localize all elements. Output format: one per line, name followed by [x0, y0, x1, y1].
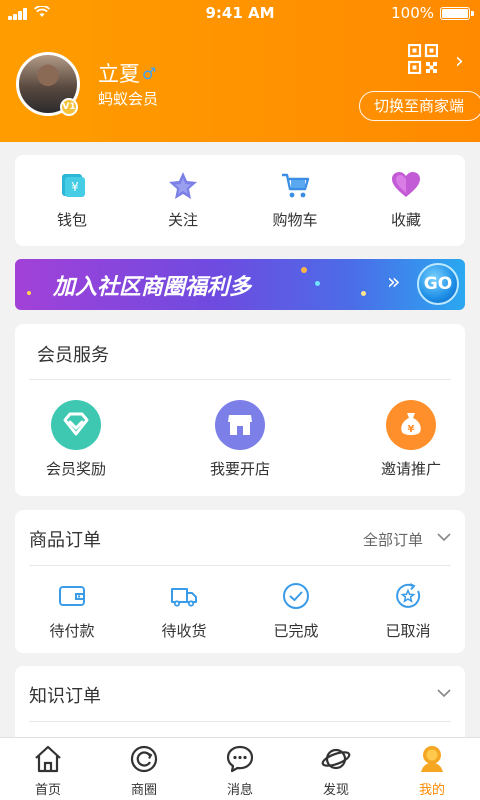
quick-actions-card: ¥ 钱包 关注 购物车 收藏 [15, 155, 465, 246]
profile-header: 9:41 AM 100% V1 立夏 ♂ 蚂蚁会员 › 切换至商家端 [0, 0, 480, 142]
check-circle-icon [283, 583, 309, 609]
money-bag-icon: ¥ [386, 400, 436, 450]
divider [29, 379, 451, 380]
me-icon [421, 746, 443, 772]
service-label: 我要开店 [209, 460, 270, 478]
order-completed[interactable]: 已完成 [251, 582, 341, 641]
svg-text:¥: ¥ [71, 180, 79, 194]
svg-text:¥: ¥ [408, 424, 415, 435]
knowledge-orders-title: 知识订单 [29, 686, 101, 707]
sparkle-icon [301, 267, 307, 273]
order-label: 待付款 [49, 622, 95, 640]
order-cancelled[interactable]: 已取消 [363, 582, 453, 641]
member-services-title: 会员服务 [37, 345, 109, 366]
quick-action-wallet[interactable]: ¥ 钱包 [32, 169, 112, 230]
quick-action-cart[interactable]: 购物车 [255, 169, 335, 230]
truck-icon [171, 588, 197, 607]
divider [29, 565, 451, 566]
go-button[interactable]: GO [417, 263, 459, 305]
quick-action-label: 收藏 [390, 211, 421, 229]
sparkle-icon [361, 291, 366, 296]
chat-icon [226, 745, 254, 773]
service-label: 邀请推广 [380, 460, 441, 478]
battery-icon [440, 7, 474, 20]
bottom-tab-bar: 首页 商圈 消息 发现 我的 [0, 737, 480, 800]
tab-messages[interactable]: 消息 [192, 744, 288, 798]
planet-icon [321, 748, 351, 770]
wallet-icon: ¥ [62, 174, 85, 197]
tab-label: 消息 [226, 783, 253, 798]
service-label: 会员奖励 [45, 460, 106, 478]
chevron-down-icon[interactable] [437, 686, 451, 700]
service-invite-promote[interactable]: ¥ 邀请推广 [361, 400, 461, 479]
goods-orders-card: 商品订单 全部订单 待付款 待收货 已完成 已取消 [15, 510, 465, 653]
circle-refresh-icon [130, 745, 158, 773]
chevron-down-icon[interactable] [437, 530, 451, 544]
member-level: 蚂蚁会员 [98, 90, 159, 108]
quick-action-label: 关注 [167, 211, 198, 229]
goods-orders-title: 商品订单 [29, 530, 101, 551]
tab-discover[interactable]: 发现 [288, 744, 384, 798]
heart-icon [392, 172, 420, 197]
sparkle-icon [27, 291, 31, 295]
service-open-store[interactable]: 我要开店 [190, 400, 290, 479]
gender-male-icon: ♂ [142, 64, 157, 83]
tab-me[interactable]: 我的 [384, 744, 480, 798]
divider [29, 721, 451, 722]
tab-label: 商圈 [130, 783, 157, 798]
sparkle-icon [315, 281, 320, 286]
home-icon [35, 745, 61, 773]
order-label: 已取消 [385, 622, 431, 640]
order-label: 待收货 [161, 622, 207, 640]
qr-code-icon[interactable] [408, 44, 438, 74]
cart-icon [282, 173, 310, 198]
cancel-circle-icon [396, 583, 421, 608]
quick-action-favorites[interactable]: 收藏 [366, 169, 446, 230]
tab-business-circle[interactable]: 商圈 [96, 744, 192, 798]
star-icon [169, 172, 197, 199]
switch-to-merchant-button[interactable]: 切换至商家端 [359, 91, 480, 121]
chevron-right-icon[interactable]: › [455, 49, 464, 74]
banner-text: 加入社区商圈福利多 [53, 275, 252, 300]
status-bar: 9:41 AM 100% [0, 0, 480, 26]
tab-home[interactable]: 首页 [0, 744, 96, 798]
battery-percent: 100% [391, 4, 434, 22]
double-chevron-icon: » [387, 270, 401, 295]
quick-action-label: 钱包 [56, 211, 87, 229]
service-member-rewards[interactable]: 会员奖励 [26, 400, 126, 479]
username: 立夏 [98, 62, 140, 86]
vip-badge: V1 [60, 98, 78, 116]
member-services-card: 会员服务 会员奖励 我要开店 ¥ 邀请推广 [15, 324, 465, 496]
order-pending-payment[interactable]: 待付款 [27, 582, 117, 641]
order-label: 已完成 [273, 622, 319, 640]
tab-label: 发现 [322, 783, 349, 798]
community-banner[interactable]: 加入社区商圈福利多 » GO [15, 259, 465, 310]
order-pending-receipt[interactable]: 待收货 [139, 582, 229, 641]
tab-label: 我的 [418, 783, 445, 798]
quick-action-label: 购物车 [272, 211, 318, 229]
tab-label: 首页 [34, 783, 61, 798]
diamond-icon [51, 400, 101, 450]
all-orders-link[interactable]: 全部订单 [363, 529, 423, 550]
wallet-outline-icon [59, 586, 85, 606]
quick-action-follow[interactable]: 关注 [143, 169, 223, 230]
store-icon [215, 400, 265, 450]
